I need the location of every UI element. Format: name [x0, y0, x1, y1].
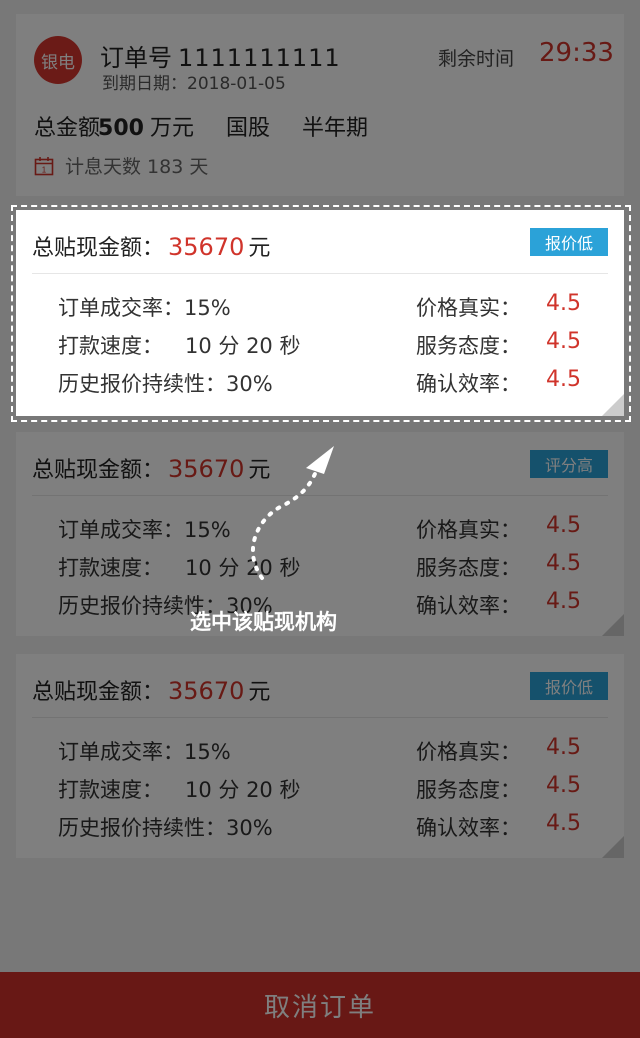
price-real-label: 价格真实：: [416, 740, 521, 764]
quote-card[interactable]: 总贴现金额： 35670 元 报价低 订单成交率：15% 打款速度： 10 分 20 …: [16, 654, 624, 858]
service-score: 4.5: [546, 773, 581, 798]
total-amount: 500: [98, 116, 144, 141]
calendar-icon: 1: [34, 156, 54, 175]
quote-total-row: 总贴现金额： 35670 元: [32, 452, 270, 484]
order-summary-card: 银电 订单号 1111111111 到期日期：2018-01-05 剩余时间 29…: [16, 14, 624, 196]
deal-rate: 订单成交率：15%: [58, 740, 231, 764]
history-continuity: 历史报价持续性：30%: [58, 816, 273, 840]
order-number-label: 订单号: [100, 44, 172, 72]
deal-rate: 订单成交率：15%: [58, 518, 231, 542]
remaining-time-value: 29:33: [539, 38, 614, 68]
price-real-label: 价格真实：: [416, 518, 521, 542]
pay-speed-label: 打款速度：: [58, 778, 163, 802]
divider: [32, 717, 608, 718]
svg-text:1: 1: [42, 165, 47, 174]
service-label: 服务态度：: [416, 778, 521, 802]
price-real-score: 4.5: [546, 735, 581, 760]
price-real-score: 4.5: [546, 513, 581, 538]
bank-logo-icon: 银电: [34, 36, 82, 84]
confirm-efficiency-label: 确认效率：: [416, 594, 521, 618]
cancel-order-button[interactable]: 取消订单: [0, 972, 640, 1038]
total-unit: 万元: [149, 116, 194, 141]
bond-type: 国股: [225, 116, 270, 141]
interest-days: 计息天数 183 天: [65, 156, 209, 178]
remaining-time-label: 剩余时间: [438, 48, 515, 70]
corner-triangle-icon: [602, 836, 624, 858]
total-label: 总金额: [34, 116, 101, 141]
service-label: 服务态度：: [416, 556, 521, 580]
quote-total-amount: 35670: [168, 677, 245, 705]
term: 半年期: [301, 116, 368, 141]
quote-total-amount: 35670: [168, 455, 245, 483]
order-number-value: 1111111111: [178, 44, 341, 72]
quote-total-label: 总贴现金额：: [32, 458, 165, 483]
curved-arrow-icon: [250, 446, 334, 580]
pay-speed: 打款速度： 10 分 20 秒: [58, 774, 300, 804]
quote-total-row: 总贴现金额： 35670 元: [32, 674, 270, 706]
order-number: 订单号 1111111111: [100, 38, 341, 73]
due-date: 到期日期：2018-01-05: [102, 74, 286, 94]
service-score: 4.5: [546, 551, 581, 576]
confirm-efficiency-score: 4.5: [546, 589, 581, 614]
quote-total-label: 总贴现金额：: [32, 680, 165, 705]
corner-triangle-icon: [602, 614, 624, 636]
quote-badge: 报价低: [530, 672, 608, 700]
guide-text: 选中该贴现机构: [190, 610, 337, 634]
confirm-efficiency-score: 4.5: [546, 811, 581, 836]
quote-total-unit: 元: [248, 680, 271, 705]
highlight-frame: [11, 205, 631, 422]
quote-badge: 评分高: [530, 450, 608, 478]
interest-days-row: 1 计息天数 183 天: [34, 152, 208, 179]
confirm-efficiency-label: 确认效率：: [416, 816, 521, 840]
pay-speed-value: 10 分 20 秒: [185, 778, 301, 802]
order-total-row: 总金额500 万元 国股 半年期: [34, 110, 400, 142]
pay-speed-label: 打款速度：: [58, 556, 163, 580]
